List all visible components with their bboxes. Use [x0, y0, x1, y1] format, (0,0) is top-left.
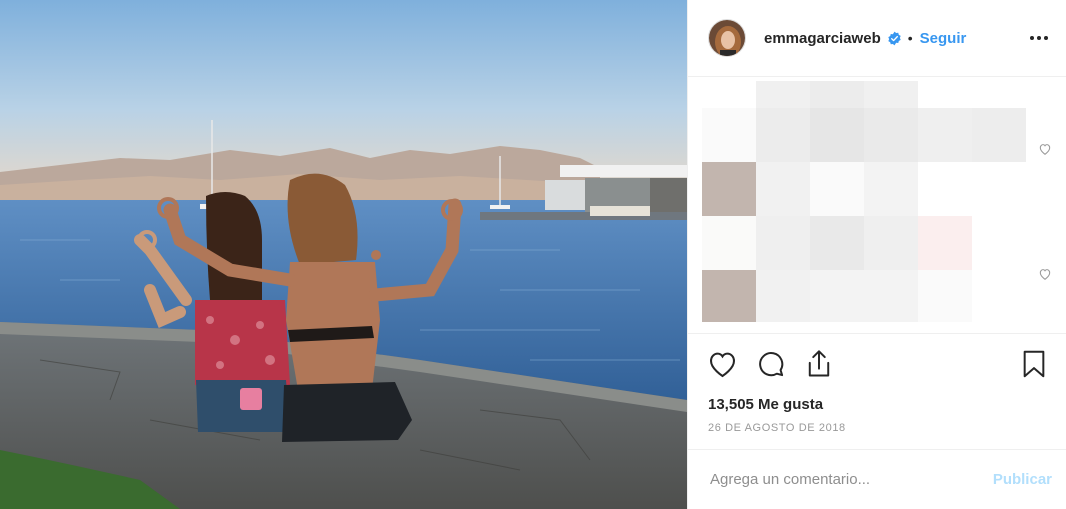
share-icon[interactable] — [805, 349, 833, 379]
publish-button[interactable]: Publicar — [993, 471, 1052, 488]
likes-count[interactable]: 13,505 Me gusta — [708, 394, 1046, 416]
post-photo[interactable] — [0, 0, 687, 509]
comment-form: Publicar — [688, 449, 1066, 509]
verified-badge-icon — [887, 31, 902, 46]
comments-list-blurred — [688, 78, 1066, 333]
comment-like-heart-icon[interactable] — [1038, 267, 1052, 286]
follow-button[interactable]: Seguir — [920, 30, 967, 47]
post-date[interactable]: 26 DE AGOSTO DE 2018 — [708, 422, 1046, 434]
heart-icon[interactable] — [708, 351, 737, 378]
post-header: emmagarciaweb • Seguir — [688, 0, 1066, 77]
post-actions: 13,505 Me gusta 26 DE AGOSTO DE 2018 — [688, 333, 1066, 434]
avatar[interactable] — [708, 19, 746, 57]
username-link[interactable]: emmagarciaweb — [764, 30, 881, 47]
comment-like-heart-icon[interactable] — [1038, 142, 1052, 161]
more-options-icon[interactable] — [1028, 30, 1050, 46]
post-container: emmagarciaweb • Seguir 13,505 Me gusta 2… — [0, 0, 1066, 509]
comment-icon[interactable] — [757, 350, 785, 378]
post-sidebar: emmagarciaweb • Seguir 13,505 Me gusta 2… — [687, 0, 1066, 509]
comment-input[interactable] — [708, 470, 993, 489]
action-icons-row — [708, 334, 1046, 394]
separator-dot: • — [907, 30, 913, 46]
bookmark-icon[interactable] — [1022, 350, 1046, 378]
